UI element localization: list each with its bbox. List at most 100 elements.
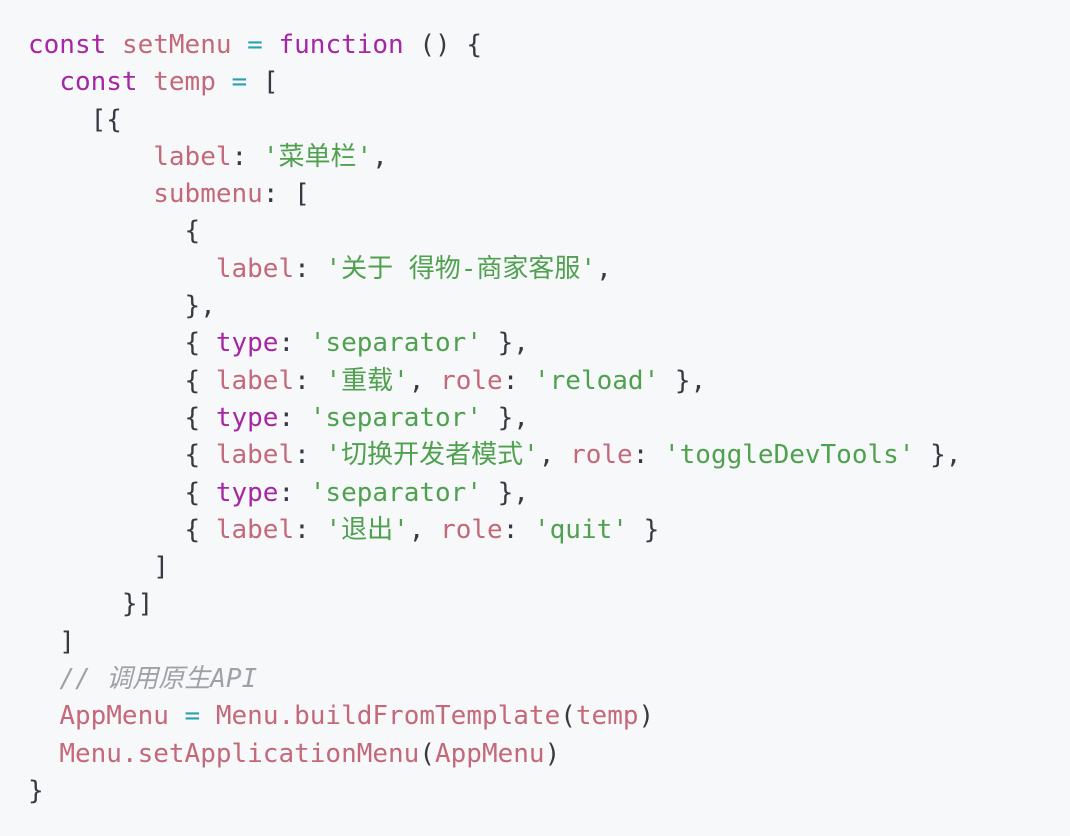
code-token-op: = bbox=[184, 701, 201, 732]
code-token-punc: { bbox=[28, 402, 216, 433]
code-token-punc: : bbox=[294, 440, 326, 471]
code-token-punc bbox=[216, 67, 232, 97]
code-line: submenu: [ bbox=[28, 176, 1070, 213]
code-token-punc bbox=[28, 701, 59, 731]
code-token-str: 'quit' bbox=[534, 514, 628, 545]
code-token-punc: { bbox=[28, 328, 216, 359]
code-line: // 调用原生API bbox=[28, 661, 1070, 698]
code-token-op: = bbox=[247, 30, 263, 60]
code-token-punc bbox=[200, 701, 216, 731]
code-token-punc: }, bbox=[481, 402, 529, 433]
code-line: [{ bbox=[28, 102, 1070, 139]
code-token-kw: const bbox=[59, 67, 138, 98]
code-token-punc: { bbox=[28, 440, 216, 471]
code-token-punc: : bbox=[502, 514, 534, 545]
code-token-punc: [{ bbox=[28, 104, 122, 135]
code-line: { label: '切换开发者模式', role: 'toggleDevTool… bbox=[28, 437, 1070, 474]
code-token-op: = bbox=[231, 67, 248, 98]
code-token-var: role bbox=[440, 514, 503, 545]
code-token-str: 'reload' bbox=[534, 365, 660, 396]
code-line: } bbox=[28, 773, 1070, 810]
code-token-punc bbox=[28, 142, 153, 172]
code-token-str: '切换开发者模式' bbox=[325, 440, 539, 471]
code-token-punc: : bbox=[294, 514, 326, 545]
code-token-var: role bbox=[570, 440, 633, 471]
code-token-punc: : bbox=[231, 141, 263, 172]
code-token-var: label bbox=[215, 365, 295, 396]
code-token-punc: { bbox=[28, 477, 216, 508]
code-token-punc: { bbox=[28, 216, 201, 247]
code-token-punc bbox=[28, 664, 59, 694]
code-token-str: 'separator' bbox=[309, 477, 482, 508]
code-token-punc bbox=[263, 30, 279, 60]
code-line: Menu.setApplicationMenu(AppMenu) bbox=[28, 736, 1070, 773]
code-token-punc bbox=[138, 67, 154, 97]
code-line: { type: 'separator' }, bbox=[28, 475, 1070, 512]
code-token-var: Menu.buildFromTemplate bbox=[215, 701, 561, 732]
code-token-punc: () { bbox=[403, 30, 482, 60]
code-token-kw: function bbox=[278, 30, 404, 60]
code-token-cmt: // 调用原生API bbox=[59, 664, 258, 695]
code-line: const temp = [ bbox=[28, 64, 1070, 101]
code-token-punc bbox=[28, 739, 59, 769]
code-token-punc: }, bbox=[914, 440, 962, 471]
code-token-punc bbox=[28, 67, 59, 97]
code-token-punc bbox=[169, 701, 185, 731]
code-token-punc: } bbox=[28, 775, 44, 806]
code-token-punc: }, bbox=[481, 477, 529, 508]
code-token-punc: { bbox=[28, 514, 216, 545]
code-token-var: temp bbox=[575, 701, 639, 732]
code-token-punc: { bbox=[28, 365, 216, 396]
code-line: AppMenu = Menu.buildFromTemplate(temp) bbox=[28, 698, 1070, 735]
code-token-punc: : [ bbox=[262, 179, 310, 210]
code-token-str: 'toggleDevTools' bbox=[664, 440, 915, 471]
code-token-var: label bbox=[215, 514, 295, 545]
code-token-punc: : bbox=[632, 440, 664, 471]
code-token-punc bbox=[106, 30, 122, 60]
code-line: label: '菜单栏', bbox=[28, 139, 1070, 176]
code-line: { bbox=[28, 213, 1070, 250]
code-line: }, bbox=[28, 288, 1070, 325]
code-token-punc: ) bbox=[638, 701, 655, 732]
code-token-str: '退出' bbox=[325, 514, 409, 545]
code-line: ] bbox=[28, 549, 1070, 586]
code-token-punc: ] bbox=[28, 552, 169, 583]
code-token-var: AppMenu bbox=[59, 701, 169, 732]
code-line: label: '关于 得物-商家客服', bbox=[28, 251, 1070, 288]
code-token-punc: , bbox=[408, 514, 441, 545]
code-token-str: 'separator' bbox=[309, 328, 482, 359]
code-token-punc: : bbox=[294, 365, 326, 396]
code-token-punc: , bbox=[538, 440, 571, 471]
code-token-punc: : bbox=[278, 477, 310, 508]
code-token-punc: : bbox=[278, 402, 310, 433]
code-token-kw: type bbox=[215, 402, 279, 433]
code-token-punc: : bbox=[502, 365, 534, 396]
code-line: { label: '重载', role: 'reload' }, bbox=[28, 363, 1070, 400]
code-token-punc bbox=[28, 179, 153, 209]
code-token-punc: }] bbox=[28, 589, 154, 620]
code-token-punc: , bbox=[408, 365, 441, 396]
code-token-kw: type bbox=[215, 328, 279, 359]
code-token-punc: } bbox=[627, 514, 660, 545]
code-line: }] bbox=[28, 586, 1070, 623]
code-token-punc: , bbox=[372, 141, 388, 172]
code-token-str: 'separator' bbox=[309, 402, 482, 433]
code-token-punc: [ bbox=[247, 67, 279, 98]
code-token-var: temp bbox=[153, 67, 216, 98]
code-line: { type: 'separator' }, bbox=[28, 400, 1070, 437]
code-line: ] bbox=[28, 624, 1070, 661]
code-token-punc: : bbox=[278, 328, 310, 359]
code-token-var: label bbox=[215, 440, 295, 471]
code-line: { label: '退出', role: 'quit' } bbox=[28, 512, 1070, 549]
code-token-var: role bbox=[440, 365, 503, 396]
code-token-var: AppMenu bbox=[435, 738, 545, 769]
code-token-var: submenu bbox=[153, 179, 263, 210]
code-token-punc: }, bbox=[659, 365, 707, 396]
code-token-punc: ] bbox=[28, 626, 75, 657]
code-token-punc: : bbox=[294, 253, 326, 284]
code-line: { type: 'separator' }, bbox=[28, 325, 1070, 362]
code-token-punc: , bbox=[596, 253, 612, 284]
code-token-kw: const bbox=[28, 30, 107, 60]
code-token-punc: }, bbox=[481, 328, 529, 359]
code-token-punc bbox=[28, 254, 216, 284]
